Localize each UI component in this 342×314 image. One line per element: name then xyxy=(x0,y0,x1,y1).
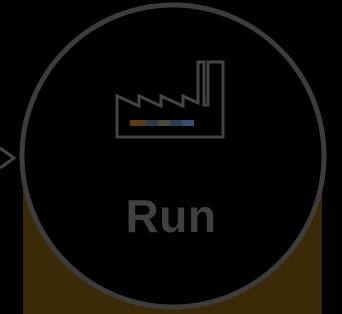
chevron-right-icon xyxy=(0,146,17,170)
node-label: Run xyxy=(125,190,217,242)
factory-stripe xyxy=(130,120,194,126)
run-node[interactable] xyxy=(0,0,342,314)
node-circle[interactable] xyxy=(19,2,327,310)
run-node-canvas: Run xyxy=(0,0,342,314)
